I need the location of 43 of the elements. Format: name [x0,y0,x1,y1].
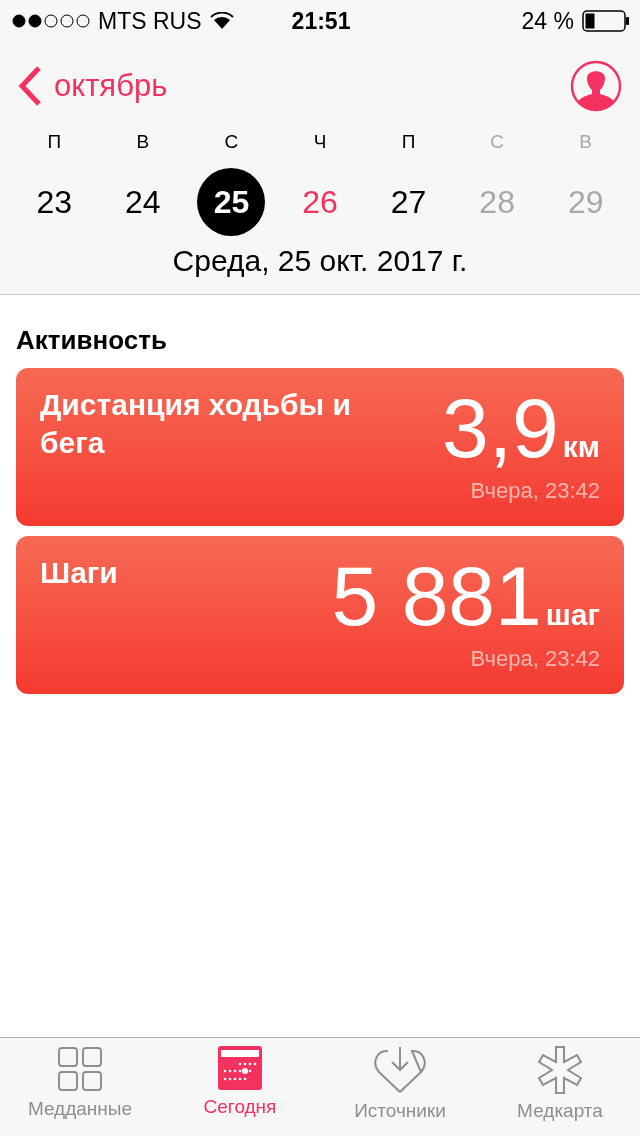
calendar-day[interactable]: 25 [197,168,266,236]
weekday-label: В [579,130,593,154]
weekday-label: П [47,130,62,154]
tab-bar-item[interactable]: Источники [320,1038,480,1136]
carrier-name: MTS RUS [98,7,202,35]
metric-time: Вчера, 23:42 [470,646,600,672]
tab-bar-item[interactable]: Медкарта [480,1038,640,1136]
metric-title: Шаги [40,555,118,591]
tab-bar-item[interactable]: Сегодня [160,1038,320,1136]
back-button[interactable]: октябрь [18,65,168,107]
signal-icon [12,14,90,28]
tab-bar-item[interactable]: Медданные [0,1038,160,1136]
metric-unit: км [562,430,600,464]
calendar-day[interactable]: 23 [20,168,89,236]
clock-time: 21:51 [291,7,351,35]
grid-icon [57,1046,103,1092]
calendar-day[interactable]: 26 [286,168,354,236]
wifi-icon [209,12,234,30]
medical-star-icon [536,1046,584,1094]
metric-unit: шаг [545,598,600,632]
calendar-icon [218,1046,262,1090]
profile-button[interactable] [570,60,622,112]
metric-value: 3,9 [442,386,559,470]
weekday-label: П [401,130,416,154]
metric-title: Дистанция ходьбы и бега [40,387,352,461]
weekday-label: С [490,130,504,154]
weekday-label: С [224,130,239,154]
calendar-day[interactable]: 29 [551,168,620,236]
battery-percentage: 24 % [521,7,574,35]
metric-card[interactable]: Дистанция ходьбы и бега 3,9 км Вчера, 23:42 [16,368,624,526]
heart-download-icon [373,1046,427,1094]
chevron-left-icon [18,65,42,107]
selected-date: Среда, 25 окт. 2017 г. [171,244,469,278]
weekday-label: В [136,130,150,154]
weekday-label: Ч [313,130,327,154]
metric-value: 5 881 [331,554,542,638]
section-title: Активность [16,325,168,356]
calendar-day[interactable]: 27 [374,168,443,236]
metric-card[interactable]: Шаги 5 881 шаг Вчера, 23:42 [16,536,624,694]
calendar-day[interactable]: 24 [108,168,177,236]
calendar-day[interactable]: 28 [463,168,532,236]
metric-time: Вчера, 23:42 [470,478,600,504]
battery-icon [582,10,630,32]
